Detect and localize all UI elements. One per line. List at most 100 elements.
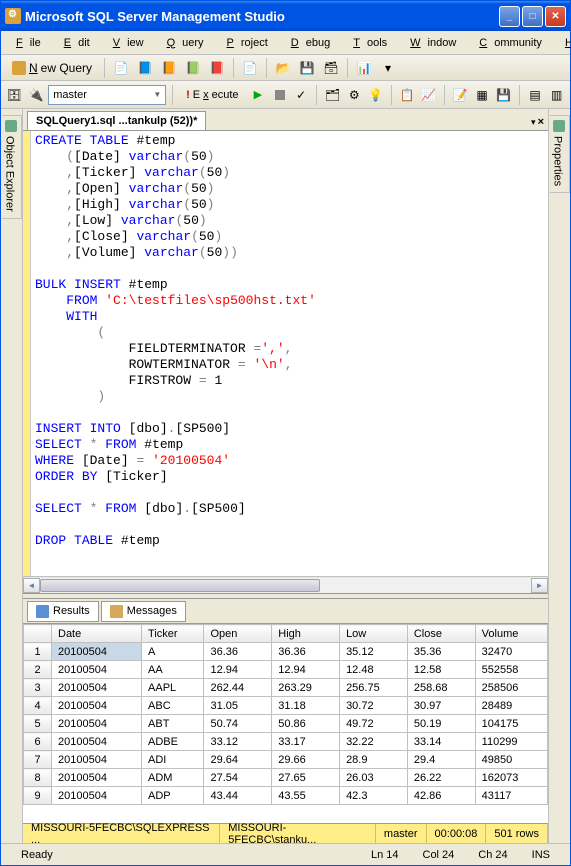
uncomment-icon[interactable]: ▥ [547, 84, 566, 106]
cell[interactable]: 50.19 [407, 715, 475, 733]
cell[interactable]: A [142, 643, 204, 661]
column-header[interactable]: Low [340, 625, 408, 643]
menu-view[interactable]: View [106, 35, 158, 51]
cell[interactable]: 258506 [475, 679, 547, 697]
menu-edit[interactable]: Edit [57, 35, 104, 51]
cell[interactable]: ADP [142, 787, 204, 805]
cell[interactable]: 20100504 [52, 643, 142, 661]
cell[interactable]: 552558 [475, 661, 547, 679]
table-row[interactable]: 120100504A36.3636.3635.1235.3632470 [24, 643, 548, 661]
cell[interactable]: 20100504 [52, 679, 142, 697]
toolbar-icon-3[interactable]: 📙 [158, 57, 180, 79]
table-row[interactable]: 520100504ABT50.7450.8649.7250.19104175 [24, 715, 548, 733]
scroll-thumb[interactable] [40, 579, 320, 592]
row-header[interactable]: 6 [24, 733, 52, 751]
titlebar[interactable]: Microsoft SQL Server Management Studio _… [1, 1, 570, 31]
menu-file[interactable]: File [9, 35, 55, 51]
minimize-button[interactable]: _ [499, 6, 520, 27]
cell[interactable]: 20100504 [52, 697, 142, 715]
cell[interactable]: 43.55 [272, 787, 340, 805]
toolbar-icon-4[interactable]: 📗 [182, 57, 204, 79]
row-header[interactable]: 8 [24, 769, 52, 787]
cell[interactable]: 12.94 [272, 661, 340, 679]
cell[interactable]: ABT [142, 715, 204, 733]
cell[interactable]: 27.54 [204, 769, 272, 787]
menu-community[interactable]: Community [472, 35, 556, 51]
table-row[interactable]: 920100504ADP43.4443.5542.342.8643117 [24, 787, 548, 805]
column-header[interactable]: High [272, 625, 340, 643]
cell[interactable]: 26.03 [340, 769, 408, 787]
maximize-button[interactable]: □ [522, 6, 543, 27]
cell[interactable]: 20100504 [52, 733, 142, 751]
menu-window[interactable]: Window [403, 35, 470, 51]
cell[interactable]: 36.36 [272, 643, 340, 661]
change-connection-icon[interactable]: 🔌 [27, 84, 46, 106]
column-header[interactable]: Ticker [142, 625, 204, 643]
cell[interactable]: 30.97 [407, 697, 475, 715]
code-editor[interactable]: CREATE TABLE #temp ([Date] varchar(50) ,… [23, 131, 548, 576]
cell[interactable]: 20100504 [52, 769, 142, 787]
parse-icon[interactable]: ✓ [292, 84, 311, 106]
cell[interactable]: 31.05 [204, 697, 272, 715]
cell[interactable]: 263.29 [272, 679, 340, 697]
cell[interactable]: 33.12 [204, 733, 272, 751]
row-header[interactable]: 9 [24, 787, 52, 805]
column-header[interactable]: Date [52, 625, 142, 643]
table-row[interactable]: 820100504ADM27.5427.6526.0326.22162073 [24, 769, 548, 787]
scroll-right-icon[interactable]: ► [531, 578, 548, 593]
cell[interactable]: 20100504 [52, 661, 142, 679]
messages-tab[interactable]: Messages [101, 601, 186, 622]
cell[interactable]: 43.44 [204, 787, 272, 805]
cell[interactable]: 20100504 [52, 715, 142, 733]
cell[interactable]: 27.65 [272, 769, 340, 787]
query-options-icon[interactable]: ⚙ [345, 84, 364, 106]
open-icon[interactable]: 📂 [272, 57, 294, 79]
database-combo[interactable]: master▼ [48, 85, 166, 105]
cell[interactable]: 12.94 [204, 661, 272, 679]
cell[interactable]: 29.4 [407, 751, 475, 769]
cell[interactable]: 35.36 [407, 643, 475, 661]
row-header[interactable]: 5 [24, 715, 52, 733]
column-header[interactable]: Close [407, 625, 475, 643]
column-header[interactable]: Volume [475, 625, 547, 643]
cell[interactable]: 104175 [475, 715, 547, 733]
results-text-icon[interactable]: 📝 [451, 84, 470, 106]
cell[interactable]: 26.22 [407, 769, 475, 787]
tab-dropdown-icon[interactable]: ▾ [531, 117, 536, 128]
row-header[interactable]: 1 [24, 643, 52, 661]
document-tab[interactable]: SQLQuery1.sql ...tankulp (52))* [27, 111, 206, 130]
include-stats-icon[interactable]: 📈 [420, 84, 439, 106]
column-header[interactable] [24, 625, 52, 643]
cell[interactable]: AA [142, 661, 204, 679]
intellisense-icon[interactable]: 💡 [367, 84, 386, 106]
results-file-icon[interactable]: 💾 [494, 84, 513, 106]
cell[interactable]: 36.36 [204, 643, 272, 661]
toolbar-icon-5[interactable]: 📕 [206, 57, 228, 79]
menu-debug[interactable]: Debug [284, 35, 344, 51]
cell[interactable]: 110299 [475, 733, 547, 751]
properties-tab[interactable]: Properties [550, 115, 570, 193]
cell[interactable]: 42.86 [407, 787, 475, 805]
stop-icon[interactable] [270, 84, 289, 106]
object-explorer-tab[interactable]: Object Explorer [2, 115, 22, 219]
toolbar-icon-2[interactable]: 📘 [134, 57, 156, 79]
menu-tools[interactable]: Tools [346, 35, 401, 51]
table-row[interactable]: 620100504ADBE33.1233.1732.2233.14110299 [24, 733, 548, 751]
cell[interactable]: 43117 [475, 787, 547, 805]
table-row[interactable]: 720100504ADI29.6429.6628.929.449850 [24, 751, 548, 769]
cell[interactable]: 28.9 [340, 751, 408, 769]
cell[interactable]: ADM [142, 769, 204, 787]
cell[interactable]: 49850 [475, 751, 547, 769]
cell[interactable]: ABC [142, 697, 204, 715]
cell[interactable]: 28489 [475, 697, 547, 715]
results-tab[interactable]: Results [27, 601, 99, 622]
row-header[interactable]: 7 [24, 751, 52, 769]
cell[interactable]: 31.18 [272, 697, 340, 715]
cell[interactable]: 12.58 [407, 661, 475, 679]
cell[interactable]: 162073 [475, 769, 547, 787]
connection-icon[interactable]: 🗄 [5, 84, 24, 106]
table-row[interactable]: 420100504ABC31.0531.1830.7230.9728489 [24, 697, 548, 715]
menu-query[interactable]: Query [160, 35, 218, 51]
menu-help[interactable]: Help [558, 35, 571, 51]
cell[interactable]: 32470 [475, 643, 547, 661]
